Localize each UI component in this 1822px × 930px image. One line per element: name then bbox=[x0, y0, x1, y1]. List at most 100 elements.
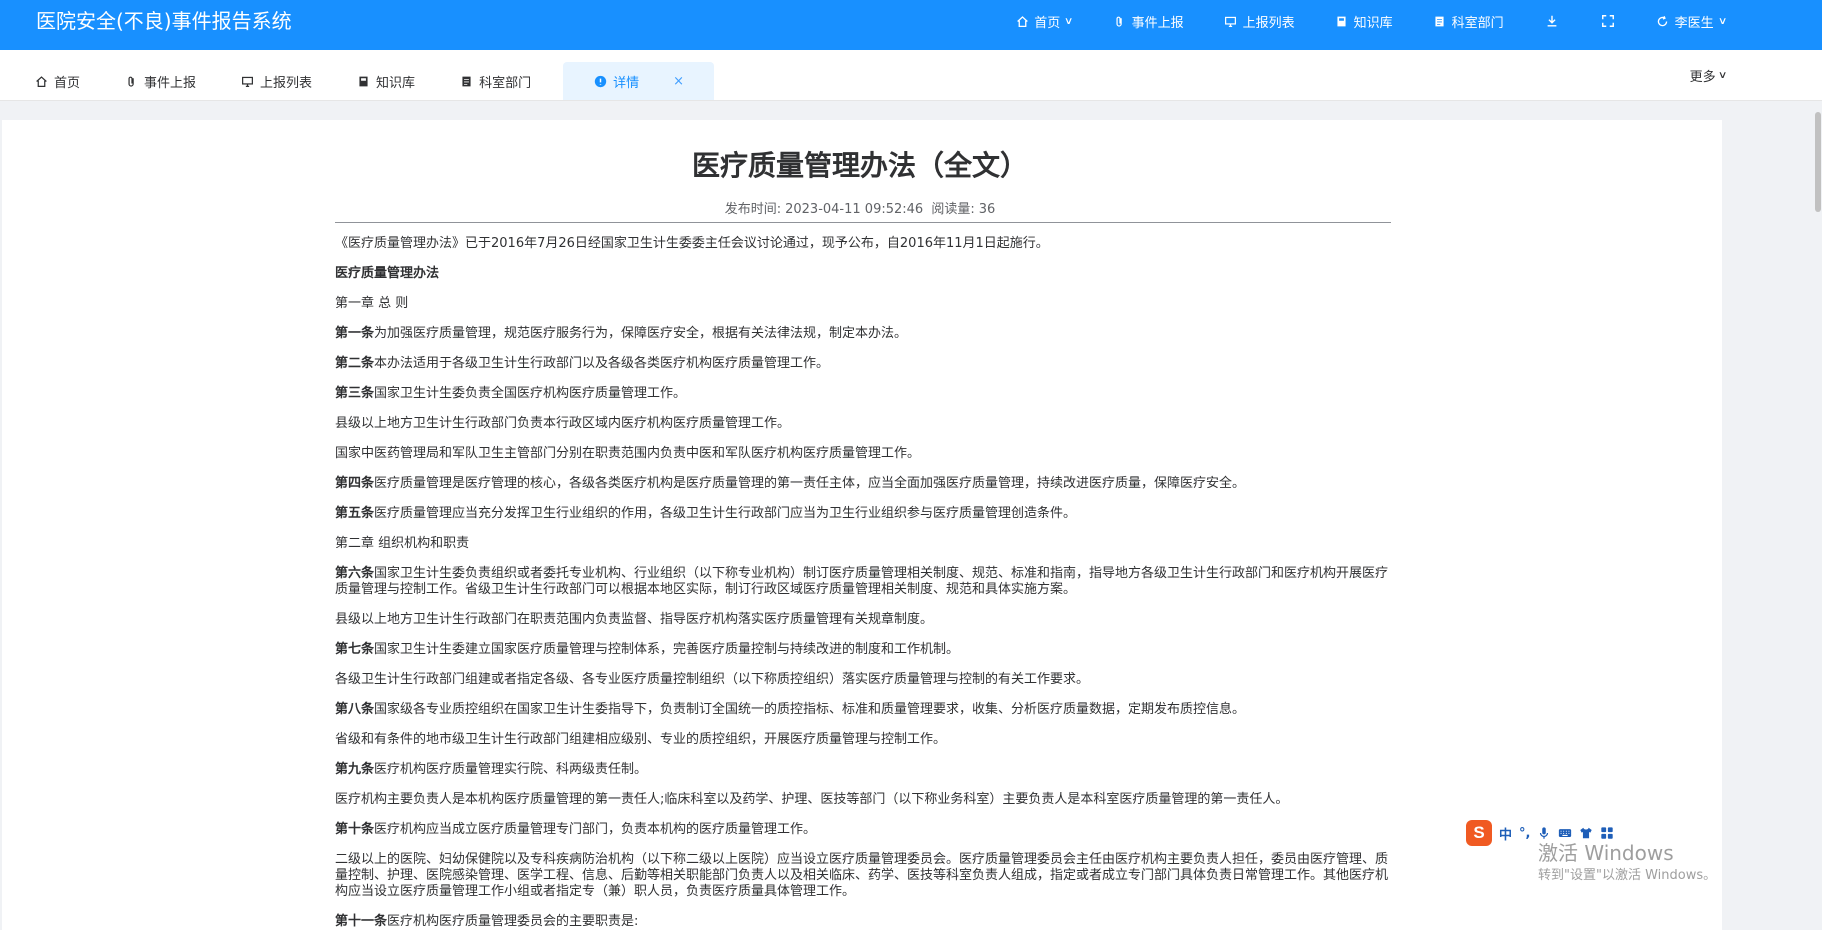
tab-report-list[interactable]: 上报列表 bbox=[218, 62, 334, 100]
keyboard-icon[interactable] bbox=[1558, 826, 1572, 840]
article-body: 《医疗质量管理办法》已于2016年7月26日经国家卫生计生委委主任会议讨论通过，… bbox=[335, 236, 1391, 930]
article-paragraph: 第七条国家卫生计生委建立国家医疗质量管理与控制体系，完善医疗质量控制与持续改进的… bbox=[335, 642, 1391, 658]
article-paragraph-text: 国家级各专业质控组织在国家卫生计生委指导下，负责制订全国统一的质控指标、标准和质… bbox=[374, 702, 1246, 717]
download-icon[interactable] bbox=[1544, 13, 1560, 29]
article-paragraph-text: 医疗质量管理是医疗管理的核心，各级各类医疗机构是医疗质量管理的第一责任主体，应当… bbox=[374, 476, 1246, 491]
article-clause-heading: 第四条 bbox=[335, 476, 375, 491]
publish-time: 2023-04-11 09:52:46 bbox=[785, 202, 924, 217]
tab-label: 知识库 bbox=[376, 75, 416, 91]
chevron-down-icon: ∨ bbox=[1717, 70, 1728, 81]
tab-list: 首页 事件上报 上报列表 知识库 科室部门 详情 × bbox=[12, 62, 714, 100]
close-icon[interactable]: × bbox=[673, 74, 684, 89]
watermark-line1: 激活 Windows bbox=[1538, 841, 1674, 865]
article-paragraph-text: 各级卫生计生行政部门组建或者指定各级、各专业医疗质量控制组织（以下称质控组织）落… bbox=[335, 672, 1090, 687]
tab-label: 首页 bbox=[54, 75, 81, 91]
article-paragraph: 各级卫生计生行政部门组建或者指定各级、各专业医疗质量控制组织（以下称质控组织）落… bbox=[335, 672, 1391, 688]
fullscreen-icon[interactable] bbox=[1600, 13, 1616, 29]
nav-report-list-label: 上报列表 bbox=[1242, 15, 1295, 31]
watermark-line2: 转到"设置"以激活 Windows。 bbox=[1538, 868, 1717, 883]
article-clause-heading: 医疗质量管理办法 bbox=[335, 266, 440, 281]
nav-departments-label: 科室部门 bbox=[1451, 15, 1504, 31]
article-clause-heading: 第九条 bbox=[335, 762, 375, 777]
article-paragraph-text: 《医疗质量管理办法》已于2016年7月26日经国家卫生计生委委主任会议讨论通过，… bbox=[335, 236, 1049, 251]
publish-label: 发布时间: bbox=[724, 202, 782, 217]
article-title: 医疗质量管理办法（全文） bbox=[691, 149, 1028, 182]
tab-label: 科室部门 bbox=[479, 75, 532, 91]
article-paragraph-text: 为加强医疗质量管理，规范医疗服务行为，保障医疗安全，根据有关法律法规，制定本办法… bbox=[374, 326, 908, 341]
info-circle-icon bbox=[593, 74, 607, 88]
tab-label: 事件上报 bbox=[144, 75, 197, 91]
ime-language-toggle[interactable]: 中 bbox=[1499, 824, 1512, 843]
nav-knowledge-base[interactable]: 知识库 bbox=[1335, 12, 1393, 31]
tab-event-report[interactable]: 事件上报 bbox=[102, 62, 218, 100]
article-paragraph-text: 医疗机构应当成立医疗质量管理专门部门，负责本机构的医疗质量管理工作。 bbox=[374, 822, 817, 837]
toolbox-icon[interactable] bbox=[1600, 826, 1614, 840]
nav-home[interactable]: 首页 ∨ bbox=[1015, 12, 1074, 31]
tab-home[interactable]: 首页 bbox=[12, 62, 102, 100]
tabs-bar: 首页 事件上报 上报列表 知识库 科室部门 详情 × 更多 ∨ bbox=[0, 50, 1822, 101]
monitor-icon bbox=[1224, 14, 1238, 28]
article-clause-heading: 第七条 bbox=[335, 642, 375, 657]
article-paragraph: 《医疗质量管理办法》已于2016年7月26日经国家卫生计生委委主任会议讨论通过，… bbox=[335, 236, 1391, 252]
book-icon bbox=[356, 74, 370, 88]
article-paragraph-text: 医疗机构医疗质量管理委员会的主要职责是: bbox=[387, 914, 639, 929]
article-meta: 发布时间: 2023-04-11 09:52:46 阅读量: 36 bbox=[2, 198, 1718, 217]
shirt-skin-icon[interactable] bbox=[1579, 826, 1593, 840]
nav-event-report[interactable]: 事件上报 bbox=[1113, 12, 1184, 31]
monitor-icon bbox=[240, 74, 254, 88]
article-paragraph: 医疗机构主要负责人是本机构医疗质量管理的第一责任人;临床科室以及药学、护理、医技… bbox=[335, 792, 1391, 808]
app-title: 医院安全(不良)事件报告系统 bbox=[36, 9, 292, 33]
top-nav: 首页 ∨ 事件上报 上报列表 知识库 科室部门 李医生 ∨ bbox=[1015, 0, 1728, 42]
article-paragraph-text: 国家中医药管理局和军队卫生主管部门分别在职责范围内负责中医和军队医疗机构医疗质量… bbox=[335, 446, 921, 461]
nav-report-list[interactable]: 上报列表 bbox=[1224, 12, 1295, 31]
article-paragraph: 第八条国家级各专业质控组织在国家卫生计生委指导下，负责制订全国统一的质控指标、标… bbox=[335, 702, 1391, 718]
sogou-logo[interactable]: S bbox=[1466, 820, 1492, 846]
list-icon bbox=[459, 74, 473, 88]
article-paragraph: 第六条国家卫生计生委负责组织或者委托专业机构、行业组织（以下称专业机构）制订医疗… bbox=[335, 566, 1391, 598]
paperclip-icon bbox=[1113, 14, 1127, 28]
more-label: 更多 bbox=[1689, 70, 1716, 85]
tab-label: 上报列表 bbox=[260, 75, 313, 91]
chevron-down-icon: ∨ bbox=[1717, 15, 1728, 27]
tab-detail[interactable]: 详情 × bbox=[563, 62, 714, 100]
article-paragraph: 医疗质量管理办法 bbox=[335, 266, 1391, 282]
scrollbar-thumb[interactable] bbox=[1815, 112, 1821, 212]
article-paragraph: 第九条医疗机构医疗质量管理实行院、科两级责任制。 bbox=[335, 762, 1391, 778]
article-paragraph: 第二条本办法适用于各级卫生计生行政部门以及各级各类医疗机构医疗质量管理工作。 bbox=[335, 356, 1391, 372]
nav-home-label: 首页 bbox=[1034, 15, 1061, 31]
user-menu[interactable]: 李医生 ∨ bbox=[1656, 12, 1728, 31]
article-clause-heading: 第三条 bbox=[335, 386, 375, 401]
article-paragraph: 第五条医疗质量管理应当充分发挥卫生行业组织的作用，各级卫生计生行政部门应当为卫生… bbox=[335, 506, 1391, 522]
refresh-icon bbox=[1656, 14, 1670, 28]
article-paragraph: 二级以上的医院、妇幼保健院以及专科疾病防治机构（以下称二级以上医院）应当设立医疗… bbox=[335, 852, 1391, 900]
paperclip-icon bbox=[124, 74, 138, 88]
windows-activation-watermark: 激活 Windows 转到"设置"以激活 Windows。 bbox=[1538, 840, 1716, 886]
article-paragraph: 国家中医药管理局和军队卫生主管部门分别在职责范围内负责中医和军队医疗机构医疗质量… bbox=[335, 446, 1391, 462]
article-paragraph: 第三条国家卫生计生委负责全国医疗机构医疗质量管理工作。 bbox=[335, 386, 1391, 402]
article-paragraph: 省级和有条件的地市级卫生计生行政部门组建相应级别、专业的质控组织，开展医疗质量管… bbox=[335, 732, 1391, 748]
list-icon bbox=[1433, 14, 1447, 28]
article-clause-heading: 第五条 bbox=[335, 506, 375, 521]
article-paragraph-text: 医疗质量管理应当充分发挥卫生行业组织的作用，各级卫生计生行政部门应当为卫生行业组… bbox=[374, 506, 1077, 521]
article-paragraph: 县级以上地方卫生计生行政部门负责本行政区域内医疗机构医疗质量管理工作。 bbox=[335, 416, 1391, 432]
article-paragraph-text: 医疗机构主要负责人是本机构医疗质量管理的第一责任人;临床科室以及药学、护理、医技… bbox=[335, 792, 1289, 807]
divider bbox=[335, 222, 1391, 223]
tab-knowledge-base[interactable]: 知识库 bbox=[334, 62, 437, 100]
article-panel: 医疗质量管理办法（全文） 发布时间: 2023-04-11 09:52:46 阅读… bbox=[2, 120, 1722, 930]
nav-departments[interactable]: 科室部门 bbox=[1433, 12, 1504, 31]
article-paragraph-text: 县级以上地方卫生计生行政部门负责本行政区域内医疗机构医疗质量管理工作。 bbox=[335, 416, 791, 431]
views-label: 阅读量: bbox=[931, 202, 975, 217]
tab-departments[interactable]: 科室部门 bbox=[437, 62, 553, 100]
chevron-down-icon: ∨ bbox=[1064, 15, 1074, 27]
more-tabs-dropdown[interactable]: 更多 ∨ bbox=[1689, 66, 1728, 85]
article-clause-heading: 第六条 bbox=[335, 566, 375, 581]
article-paragraph: 第十条医疗机构应当成立医疗质量管理专门部门，负责本机构的医疗质量管理工作。 bbox=[335, 822, 1391, 838]
article-paragraph: 第四条医疗质量管理是医疗管理的核心，各级各类医疗机构是医疗质量管理的第一责任主体… bbox=[335, 476, 1391, 492]
article-clause-heading: 第八条 bbox=[335, 702, 375, 717]
microphone-icon[interactable] bbox=[1537, 826, 1551, 840]
scrollbar[interactable] bbox=[1812, 101, 1822, 930]
article-paragraph: 第二章 组织机构和职责 bbox=[335, 536, 1391, 552]
article-paragraph: 第一章 总 则 bbox=[335, 296, 1391, 312]
ime-punctuation-toggle[interactable]: °, bbox=[1519, 826, 1530, 841]
article-paragraph-text: 医疗机构医疗质量管理实行院、科两级责任制。 bbox=[374, 762, 648, 777]
